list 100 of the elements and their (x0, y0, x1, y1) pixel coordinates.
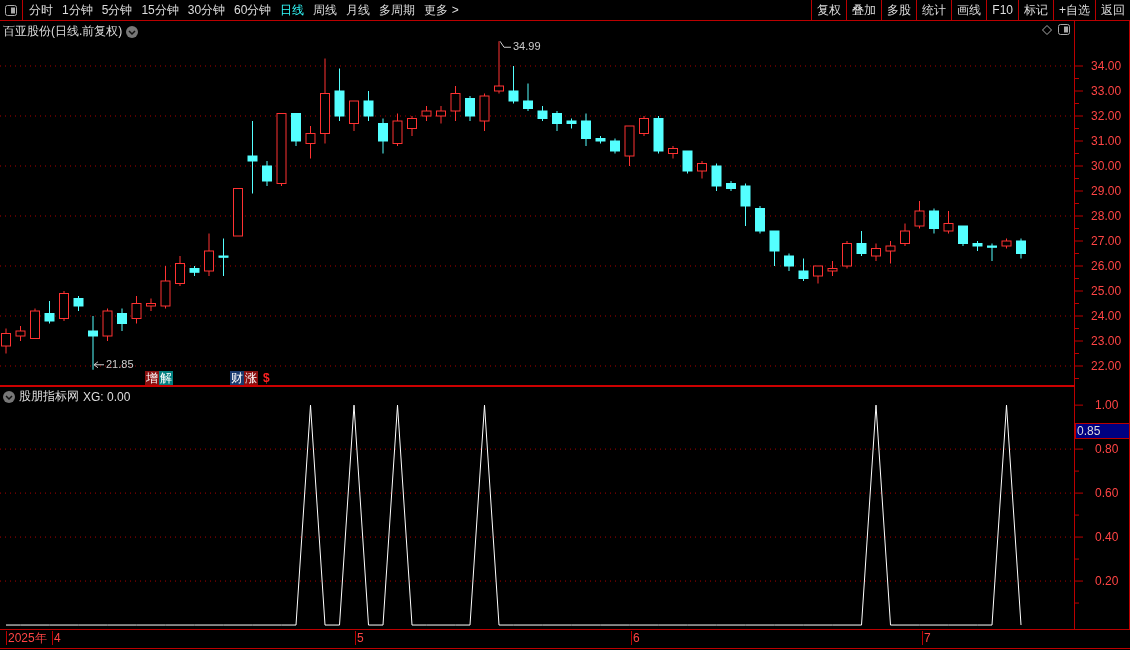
series-reading: : 0.00 (100, 389, 131, 404)
candle (581, 113, 591, 147)
axis-tick-label: 1.00 (1095, 398, 1119, 413)
candle (305, 125, 316, 159)
candle (218, 238, 229, 277)
axis-tick-label: 0.80 (1095, 442, 1119, 457)
candle (1001, 238, 1012, 249)
candle (421, 105, 432, 122)
indicator-title: 股朋指标网 (19, 388, 79, 405)
price-tick-label: 33.00 (1091, 84, 1122, 98)
toolbar-button[interactable]: 复权 (811, 0, 847, 20)
panel-toggle-icon[interactable] (1058, 24, 1071, 35)
low-price-label: 21.85 (106, 357, 134, 370)
candle (610, 138, 620, 154)
candle (914, 200, 925, 229)
price-tick-label: 25.00 (1091, 284, 1122, 298)
candle (15, 325, 26, 342)
price-tick-label: 27.00 (1091, 234, 1122, 248)
period-tab[interactable]: 多周期 (379, 1, 416, 19)
candle (508, 65, 519, 104)
candle (262, 160, 272, 187)
candle (160, 265, 171, 309)
period-tab[interactable]: 分时 (29, 1, 53, 19)
candle (755, 205, 765, 234)
chevron-down-icon[interactable] (3, 390, 15, 403)
candle (407, 115, 417, 137)
period-tab[interactable]: 日线 (280, 1, 305, 19)
price-tick-label: 30.00 (1091, 159, 1122, 173)
cursor-value-label: 0.85 (1075, 423, 1130, 439)
candle (479, 93, 490, 132)
price-tick-label: 24.00 (1091, 309, 1122, 323)
candle (552, 110, 562, 132)
candle (88, 315, 98, 371)
toolbar-button[interactable]: 返回 (1095, 0, 1130, 20)
period-tab[interactable]: 周线 (313, 1, 338, 19)
period-tab[interactable]: 更多 > (424, 1, 459, 19)
axis-tick-label: 0.20 (1095, 574, 1119, 589)
candle (363, 90, 374, 122)
candle (900, 223, 910, 247)
toolbar-button[interactable]: 画线 (951, 0, 987, 20)
event-marker[interactable]: 财 (230, 371, 244, 385)
candle (726, 180, 736, 192)
toolbar-button[interactable]: 标记 (1018, 0, 1053, 20)
price-tick-label: 32.00 (1091, 109, 1122, 123)
candle (798, 258, 809, 282)
candle (175, 255, 185, 287)
candle (697, 160, 707, 179)
candle (102, 308, 113, 342)
chevron-down-icon[interactable] (126, 25, 139, 38)
toolbar-button[interactable]: 多股 (881, 0, 917, 20)
candle (856, 230, 867, 257)
candle (958, 225, 968, 247)
candle (987, 243, 997, 262)
leader-line (93, 361, 105, 369)
period-tab[interactable]: 30分钟 (187, 1, 226, 19)
period-tab[interactable]: 1分钟 (62, 1, 93, 19)
price-tick-label: 23.00 (1091, 334, 1122, 348)
toolbar-button[interactable]: +自选 (1053, 0, 1095, 20)
candle (392, 113, 403, 147)
candle (465, 95, 475, 122)
toolbar-button[interactable]: 统计 (916, 0, 952, 20)
candle (204, 233, 214, 277)
candle (146, 298, 156, 312)
event-marker[interactable]: $ (262, 371, 271, 385)
high-price-label: 34.99 (513, 40, 541, 53)
toolbar-button[interactable]: F10 (986, 0, 1018, 20)
date-axis-label: 7 (922, 631, 931, 645)
leader-line (499, 40, 512, 48)
period-tab[interactable]: 月线 (346, 1, 371, 19)
candle (334, 68, 345, 122)
candle (537, 105, 548, 122)
axis-tick-label: 0.40 (1095, 530, 1119, 545)
price-tick-label: 22.00 (1091, 359, 1122, 373)
candle (59, 290, 69, 322)
panel-toggle-icon[interactable] (5, 4, 17, 16)
candle (668, 145, 678, 159)
price-tick-label: 31.00 (1091, 134, 1122, 148)
diamond-icon[interactable] (1042, 24, 1053, 35)
candle (624, 125, 635, 167)
toolbar-button[interactable]: 叠加 (846, 0, 882, 20)
candle (523, 83, 533, 112)
event-marker[interactable]: 解 (159, 371, 173, 385)
candle (871, 243, 881, 262)
candle (972, 240, 983, 252)
period-tab[interactable]: 5分钟 (101, 1, 133, 19)
candle (291, 113, 301, 147)
candle (653, 115, 664, 154)
period-tab[interactable]: 60分钟 (234, 1, 272, 19)
candle (189, 265, 200, 277)
price-tick-label: 29.00 (1091, 184, 1122, 198)
candle (885, 240, 896, 264)
axis-tick-label: 0.60 (1095, 486, 1119, 501)
candle (740, 183, 751, 227)
candle (117, 308, 127, 332)
candle (450, 85, 461, 122)
event-marker[interactable]: 增 (145, 371, 159, 385)
date-axis-label: 5 (355, 631, 364, 645)
period-tab[interactable]: 15分钟 (141, 1, 179, 19)
candle (131, 295, 142, 324)
event-marker[interactable]: 涨 (244, 371, 258, 385)
